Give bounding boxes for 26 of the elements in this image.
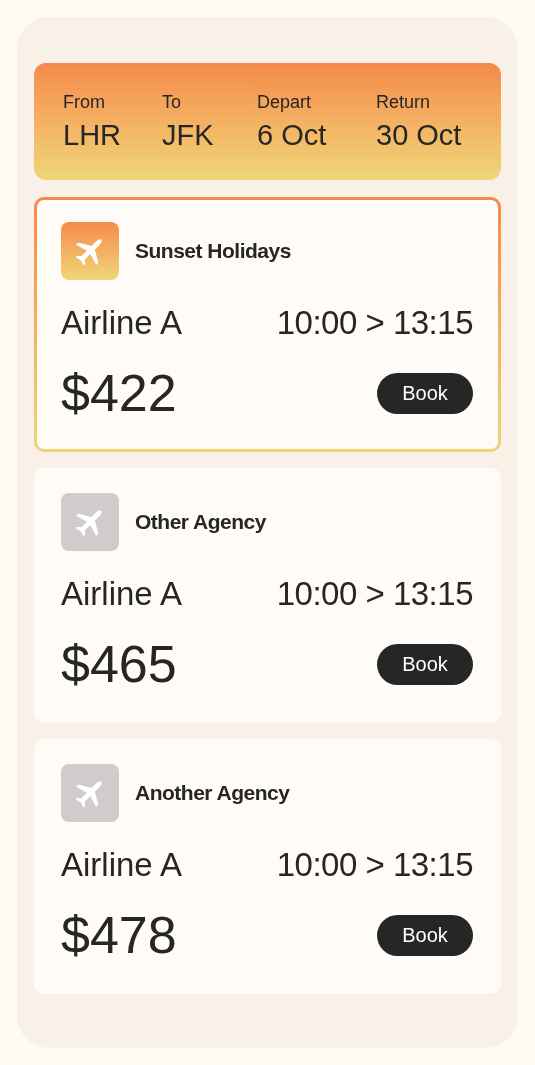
book-button[interactable]: Book: [377, 372, 473, 414]
book-button[interactable]: Book: [377, 914, 473, 956]
result-card[interactable]: Another Agency Airline A 10:00 > 13:15 $478 Book: [34, 739, 501, 994]
field-value: 30 Oct: [376, 117, 463, 153]
field-label: Return: [376, 90, 432, 113]
price: $478: [61, 905, 177, 966]
price: $422: [61, 363, 177, 424]
agency-name: Another Agency: [135, 780, 290, 807]
airline-name: Airline A: [61, 303, 183, 344]
flight-times: 10:00 > 13:15: [276, 574, 473, 615]
airline-name: Airline A: [61, 574, 183, 615]
book-button[interactable]: Book: [377, 643, 473, 685]
agency-name: Other Agency: [135, 509, 266, 536]
agency-name: Sunset Holidays: [135, 238, 291, 265]
field-label: To: [162, 90, 182, 113]
field-value: LHR: [63, 117, 122, 153]
result-card[interactable]: Other Agency Airline A 10:00 > 13:15 $465 Book: [34, 468, 501, 723]
airline-name: Airline A: [61, 845, 183, 886]
price: $465: [61, 634, 177, 695]
field-label: From: [63, 90, 106, 113]
field-label: Depart: [257, 90, 313, 113]
flight-times: 10:00 > 13:15: [276, 845, 473, 886]
field-value: 6 Oct: [257, 117, 328, 153]
field-value: JFK: [162, 117, 215, 153]
flight-times: 10:00 > 13:15: [276, 303, 473, 344]
result-card[interactable]: Sunset Holidays Airline A 10:00 > 13:15 $422 Book: [34, 197, 501, 452]
